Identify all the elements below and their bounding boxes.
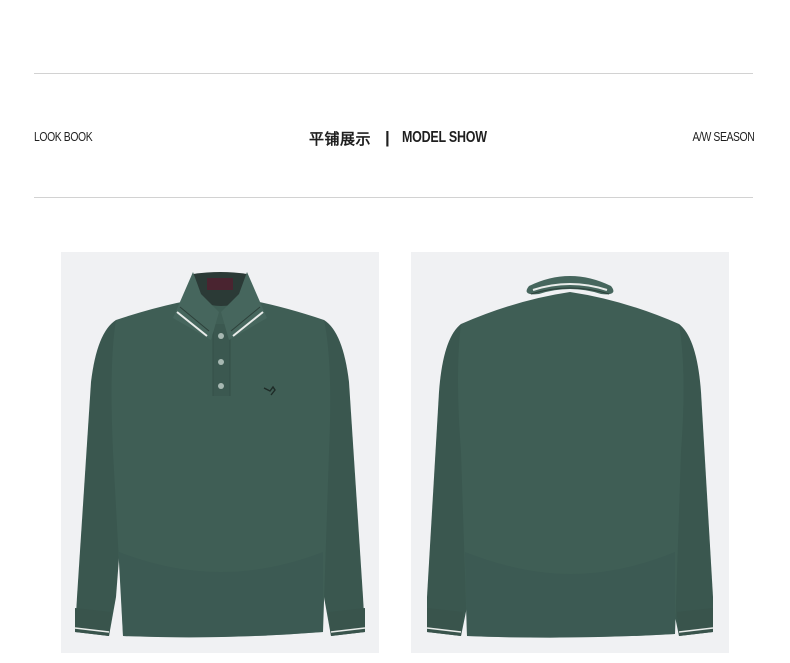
section-title-en: MODEL SHOW [401, 129, 487, 146]
section-title-cn: 平铺展示 [309, 129, 372, 148]
section-title: 平铺展示 | MODEL SHOW [309, 126, 511, 150]
product-image-front [61, 252, 379, 653]
look-book-label: LOOK BOOK [34, 129, 93, 144]
bottom-divider [34, 197, 753, 198]
top-divider [34, 73, 753, 74]
polo-shirt-back-illustration [426, 276, 714, 638]
section-title-separator: | [385, 128, 390, 147]
polo-shirt-front-illustration [74, 272, 366, 638]
product-image-back [411, 252, 729, 653]
season-label: A/W SEASON [692, 129, 754, 144]
